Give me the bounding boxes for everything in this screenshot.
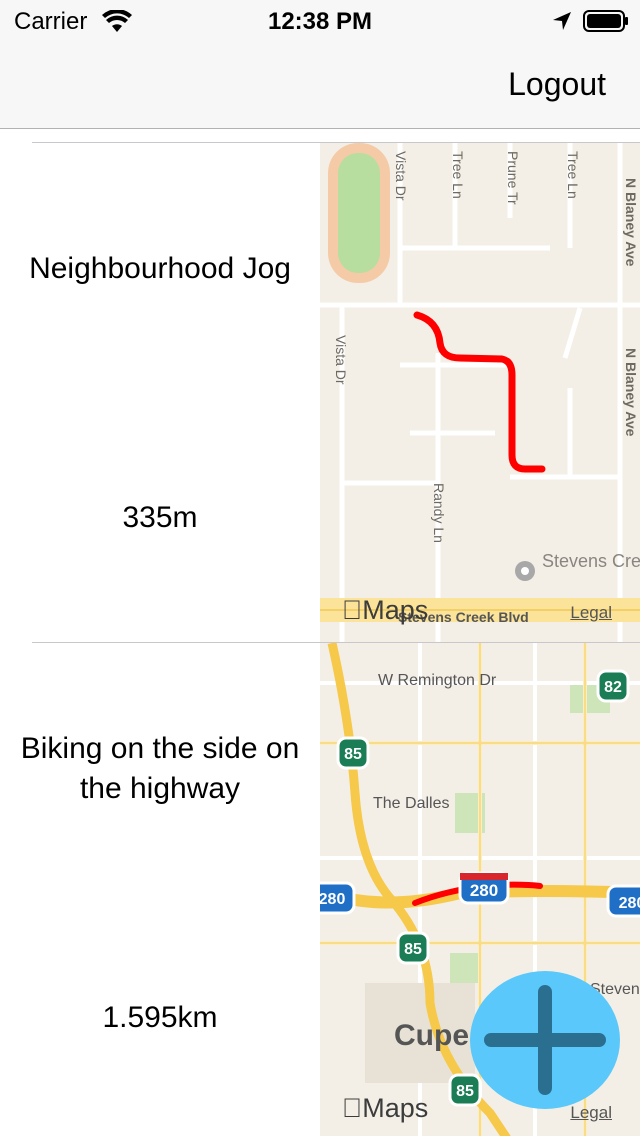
run-info: Biking on the side on the highway 1.595k… xyxy=(0,643,320,1136)
status-time: 12:38 PM xyxy=(267,8,373,35)
run-distance: 335m xyxy=(122,501,198,534)
run-row[interactable]: Neighbourhood Jog 335m Vista Dr Tree Ln … xyxy=(0,143,640,643)
svg-text:82: 82 xyxy=(604,679,622,696)
svg-text:Vista Dr: Vista Dr xyxy=(393,151,409,201)
svg-text:85: 85 xyxy=(344,746,362,763)
svg-text:280: 280 xyxy=(619,895,640,912)
svg-text:Tree Ln: Tree Ln xyxy=(565,151,581,199)
svg-text:Randy Ln: Randy Ln xyxy=(431,483,447,543)
battery-icon xyxy=(583,10,628,32)
svg-text:Cupe: Cupe xyxy=(394,1019,469,1052)
svg-text:280: 280 xyxy=(320,891,345,908)
logout-button[interactable]: Logout xyxy=(508,66,606,103)
legal-link[interactable]: Legal xyxy=(570,603,612,623)
svg-text:N Blaney Ave: N Blaney Ave xyxy=(623,348,639,437)
legal-link[interactable]: Legal xyxy=(570,1103,612,1123)
svg-text:W Remington Dr: W Remington Dr xyxy=(378,672,497,689)
run-info: Neighbourhood Jog 335m xyxy=(0,143,320,643)
map-graphic: Vista Dr Tree Ln Prune Tr Tree Ln N Blan… xyxy=(320,143,640,643)
svg-text:280: 280 xyxy=(470,881,498,900)
route-map[interactable]: Vista Dr Tree Ln Prune Tr Tree Ln N Blan… xyxy=(320,143,640,643)
svg-text:Tree Ln: Tree Ln xyxy=(450,151,466,199)
svg-text:Prune Tr: Prune Tr xyxy=(505,151,521,205)
navigation-bar: Logout xyxy=(0,40,640,129)
maps-logo: Maps xyxy=(342,595,428,625)
svg-text:85: 85 xyxy=(404,941,422,958)
run-distance: 1.595km xyxy=(102,1001,218,1034)
svg-text:Stevens Creek 7: Stevens Creek 7 xyxy=(542,551,640,571)
svg-text:85: 85 xyxy=(456,1083,474,1100)
svg-text:N Blaney Ave: N Blaney Ave xyxy=(623,178,639,267)
run-title: Biking on the side on the highway xyxy=(20,732,300,805)
location-arrow-icon xyxy=(553,12,571,30)
svg-text:Vista Dr: Vista Dr xyxy=(333,335,349,385)
svg-text:The Dalles: The Dalles xyxy=(373,795,449,812)
status-bar: Carrier 12:38 PM xyxy=(0,0,640,40)
add-run-button[interactable] xyxy=(470,971,620,1109)
maps-logo: Maps xyxy=(342,1093,428,1123)
run-title: Neighbourhood Jog xyxy=(29,252,291,285)
